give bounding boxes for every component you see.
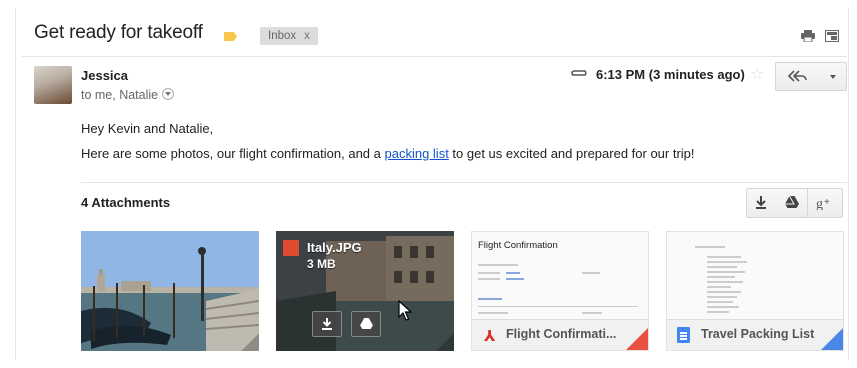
preview-line <box>582 312 602 314</box>
preview-line <box>707 301 733 303</box>
share-google-plus-button[interactable]: g + <box>808 188 843 218</box>
recipient-details-toggle[interactable] <box>162 88 175 100</box>
new-window-icon[interactable] <box>825 30 839 42</box>
preview-line <box>695 246 725 248</box>
attachment-save-to-drive-button[interactable] <box>351 311 381 337</box>
drive-icon <box>785 196 799 208</box>
preview-line <box>707 296 737 298</box>
body-text-start: Here are some photos, our flight confirm… <box>81 146 385 161</box>
preview-line <box>478 264 518 266</box>
preview-line <box>582 272 600 274</box>
preview-line <box>707 286 731 288</box>
subject-row: Get ready for takeoff Inbox x <box>34 22 847 50</box>
more-actions-button[interactable] <box>821 62 847 91</box>
mouse-cursor-icon <box>398 300 412 321</box>
print-icon[interactable] <box>801 30 815 42</box>
attachment-download-button[interactable] <box>312 311 342 337</box>
attachment-filename: Travel Packing List <box>701 327 815 341</box>
svg-text:g: g <box>816 197 823 210</box>
venice-photo-image <box>81 231 259 351</box>
sender-avatar[interactable] <box>34 66 72 104</box>
preview-line <box>707 306 739 308</box>
page-fold <box>241 333 259 351</box>
body-paragraph: Here are some photos, our flight confirm… <box>81 146 695 161</box>
google-plus-icon: g + <box>816 197 830 210</box>
doc-corner-marker <box>821 328 843 350</box>
divider <box>22 56 847 57</box>
svg-text:+: + <box>824 197 830 208</box>
preview-line <box>478 272 500 274</box>
inbox-label-text: Inbox <box>268 30 297 42</box>
google-doc-icon <box>677 327 690 343</box>
paperclip-icon <box>571 70 587 76</box>
message-timestamp: 6:13 PM (3 minutes ago) <box>596 67 745 82</box>
image-file-icon <box>283 240 299 256</box>
attachment-thumbnail-flight-confirmation[interactable]: Flight Confirmation ⅄ Flight Confirmati.… <box>471 231 649 351</box>
download-all-button[interactable] <box>746 188 778 218</box>
preview-line <box>478 306 638 307</box>
attachment-thumbnail-photo[interactable] <box>81 231 259 351</box>
body-text-end: to get us excited and prepared for our t… <box>448 146 695 161</box>
recipients-text: to me, Natalie <box>81 88 159 102</box>
preview-line <box>707 276 735 278</box>
preview-line <box>707 261 747 263</box>
download-icon <box>756 196 766 209</box>
preview-line <box>707 266 737 268</box>
preview-line <box>707 281 743 283</box>
email-subject: Get ready for takeoff <box>34 22 203 43</box>
preview-line <box>506 278 524 280</box>
star-icon[interactable]: ☆ <box>750 64 764 84</box>
reply-all-button[interactable] <box>775 62 822 91</box>
packing-list-link[interactable]: packing list <box>385 146 449 161</box>
pdf-preview-title: Flight Confirmation <box>478 240 558 251</box>
preview-line <box>478 298 502 300</box>
preview-line <box>707 311 729 313</box>
preview-line <box>707 271 745 273</box>
preview-line <box>707 256 741 258</box>
preview-line <box>506 272 520 274</box>
attachment-filesize: 3 MB <box>307 257 336 271</box>
inbox-label[interactable]: Inbox x <box>260 27 318 45</box>
attachment-name-bar: ⅄ Flight Confirmati... <box>472 319 648 350</box>
preview-line <box>478 312 508 314</box>
reply-all-icon <box>788 70 807 82</box>
remove-label-button[interactable]: x <box>304 30 310 42</box>
preview-line <box>707 291 741 293</box>
important-marker-icon[interactable] <box>224 32 237 41</box>
download-icon <box>322 318 332 330</box>
attachments-divider <box>81 182 847 183</box>
attachment-filename: Flight Confirmati... <box>506 327 617 341</box>
attachments-heading: 4 Attachments <box>81 195 171 210</box>
attachment-thumbnail-packing-list[interactable]: Travel Packing List <box>666 231 844 351</box>
attachment-name-bar: Travel Packing List <box>667 319 843 350</box>
greeting-text: Hey Kevin and Natalie, <box>81 121 214 136</box>
sender-name[interactable]: Jessica <box>81 68 128 83</box>
preview-line <box>478 278 500 280</box>
attachment-thumbnail-italy[interactable]: Italy.JPG 3 MB <box>276 231 454 351</box>
page-fold <box>436 333 454 351</box>
drive-icon <box>360 318 373 329</box>
pdf-corner-marker <box>626 328 648 350</box>
recipients-line: to me, Natalie <box>81 88 175 102</box>
save-to-drive-button[interactable] <box>777 188 808 218</box>
pdf-icon: ⅄ <box>484 328 496 345</box>
attachment-filename: Italy.JPG <box>307 240 362 255</box>
